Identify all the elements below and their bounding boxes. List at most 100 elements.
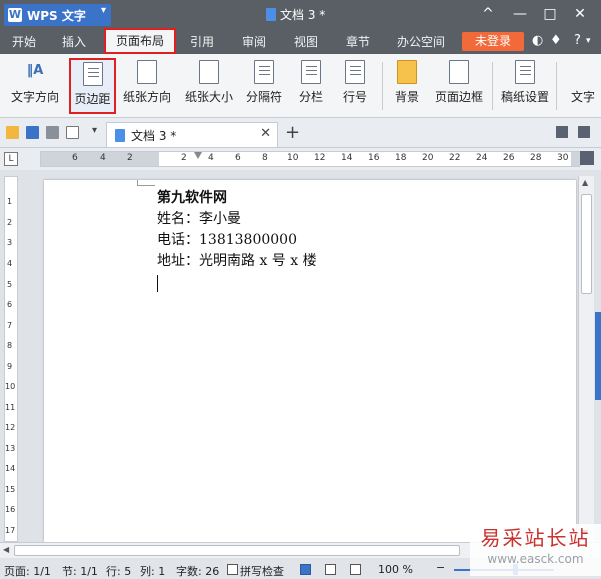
collapse-ribbon-button[interactable]: ^ xyxy=(474,3,502,25)
page-border-icon xyxy=(449,60,469,84)
web-view-icon[interactable] xyxy=(350,564,361,575)
tab-options-icon[interactable] xyxy=(578,126,590,138)
ruler-tick: 2 xyxy=(7,218,13,227)
chevron-down-icon[interactable]: ▾ xyxy=(92,125,97,136)
wps-logo-icon: W xyxy=(8,8,22,22)
skin-icon[interactable]: ◐ xyxy=(532,33,543,48)
document-heading: 第九软件网 xyxy=(157,190,227,206)
tab-view[interactable]: 视图 xyxy=(288,32,324,52)
ruler-tick: 10 xyxy=(287,153,299,163)
tab-list-icon[interactable] xyxy=(556,126,568,138)
maximize-button[interactable]: □ xyxy=(536,3,564,25)
ruler-tick: 4 xyxy=(208,153,214,163)
outline-view-icon[interactable] xyxy=(325,564,336,575)
status-spell-check[interactable]: 拼写检查 xyxy=(240,563,284,579)
close-button[interactable]: ✕ xyxy=(566,3,594,25)
tab-stop-selector[interactable]: L xyxy=(4,152,18,166)
grid-paper-button[interactable]: 稿纸设置 xyxy=(500,58,550,114)
ruler-scale[interactable]: 6 4 2 2 4 6 8 10 12 14 16 18 20 22 24 26… xyxy=(40,151,581,167)
orientation-button[interactable]: 纸张方向 xyxy=(118,58,176,114)
tab-section[interactable]: 章节 xyxy=(340,32,376,52)
ruler-tick: 3 xyxy=(7,238,13,247)
print-icon[interactable] xyxy=(46,126,59,139)
document-page[interactable]: 第九软件网 姓名：李小曼 电话：13813800000 地址：光明南路 x 号 … xyxy=(44,180,576,542)
ribbon-separator xyxy=(492,62,493,110)
break-button[interactable]: 分隔符 xyxy=(240,58,288,114)
text-direction-icon: ‖A xyxy=(26,63,44,78)
text-button[interactable]: 文字 xyxy=(566,58,600,114)
indent-marker[interactable] xyxy=(194,152,202,160)
horizontal-scroll-thumb[interactable] xyxy=(14,545,460,556)
checkbox-icon[interactable] xyxy=(227,564,238,575)
tab-start[interactable]: 开始 xyxy=(6,32,42,52)
ruler-tick: 2 xyxy=(181,153,187,163)
tab-references[interactable]: 引用 xyxy=(186,32,218,52)
line-numbers-button[interactable]: 行号 xyxy=(336,58,374,114)
document-line: 姓名：李小曼 xyxy=(157,211,241,227)
text-direction-button[interactable]: ‖A 文字方向 xyxy=(4,58,66,114)
document-body[interactable]: 第九软件网 姓名：李小曼 电话：13813800000 地址：光明南路 x 号 … xyxy=(157,188,317,292)
vertical-scrollbar[interactable]: ▲ ▼ xyxy=(578,176,594,542)
ruler-tick: 15 xyxy=(5,485,16,494)
page-border-button[interactable]: 页面边框 xyxy=(432,58,486,114)
print-preview-icon[interactable] xyxy=(66,126,79,139)
chevron-down-icon[interactable]: ▾ xyxy=(586,36,591,46)
minimize-button[interactable]: — xyxy=(506,3,534,25)
ruler-tick: 22 xyxy=(449,153,461,163)
ruler-tick: 6 xyxy=(72,153,78,163)
save-icon[interactable] xyxy=(26,126,39,139)
columns-icon xyxy=(301,60,321,84)
tab-review[interactable]: 审阅 xyxy=(236,32,272,52)
vertical-scroll-thumb[interactable] xyxy=(581,194,592,294)
close-tab-icon[interactable]: ✕ xyxy=(260,126,271,141)
break-label: 分隔符 xyxy=(245,90,282,104)
text-label: 文字 xyxy=(570,90,595,104)
ruler-tick: 7 xyxy=(7,321,13,330)
document-tab[interactable]: 文档 3 * ✕ xyxy=(106,122,278,147)
tab-page-layout[interactable]: 页面布局 xyxy=(104,28,176,54)
ruler-tick: 4 xyxy=(7,259,13,268)
page-border-label: 页面边框 xyxy=(434,90,483,104)
status-column: 列: 1 xyxy=(140,565,166,578)
scroll-left-icon[interactable]: ◀ xyxy=(3,545,9,554)
title-bar: W WPS 文字 ▾ 文档 3 * ^ — □ ✕ xyxy=(0,0,601,28)
grid-paper-label: 稿纸设置 xyxy=(500,90,549,104)
ruler-tick: 30 xyxy=(557,153,569,163)
paper-size-button[interactable]: 纸张大小 xyxy=(183,58,235,114)
document-icon xyxy=(115,128,125,142)
ruler-tick: 6 xyxy=(7,300,13,309)
line-numbers-icon xyxy=(345,60,365,84)
quick-access-bar: ▾ 文档 3 * ✕ + xyxy=(0,118,601,148)
watermark-title: 易采站长站 xyxy=(480,526,591,550)
ruler-tick: 16 xyxy=(5,505,16,514)
ruler-tick: 1 xyxy=(7,197,13,206)
tab-office-space[interactable]: 办公空间 xyxy=(392,32,450,52)
app-menu-button[interactable]: W WPS 文字 ▾ xyxy=(4,4,111,26)
ruler-tick: 9 xyxy=(7,362,13,371)
page-view-icon[interactable] xyxy=(300,564,311,575)
margins-button[interactable]: 页边距 xyxy=(69,58,116,114)
zoom-out-icon[interactable]: − xyxy=(436,561,445,574)
zoom-level[interactable]: 100 % xyxy=(378,563,413,576)
ruler-toggle-icon[interactable] xyxy=(580,151,594,165)
new-tab-icon[interactable]: + xyxy=(285,122,300,143)
columns-button[interactable]: 分栏 xyxy=(293,58,329,114)
grid-paper-icon xyxy=(515,60,535,84)
paper-size-icon xyxy=(199,60,219,84)
help-icon[interactable]: ? xyxy=(574,33,581,48)
open-folder-icon[interactable] xyxy=(6,126,19,139)
ruler-tick: 11 xyxy=(5,403,16,412)
side-panel-tab[interactable] xyxy=(595,312,601,400)
ruler-tick: 5 xyxy=(7,280,13,289)
ruler-tick: 12 xyxy=(5,423,16,432)
shirt-icon[interactable]: ♦ xyxy=(550,33,562,48)
ruler-tick: 8 xyxy=(262,153,268,163)
window-title: 文档 3 * xyxy=(266,6,325,23)
status-section: 节: 1/1 xyxy=(62,565,98,578)
tab-insert[interactable]: 插入 xyxy=(56,32,92,52)
text-cursor xyxy=(157,275,158,292)
status-word-count[interactable]: 字数: 26 xyxy=(176,563,219,579)
login-button[interactable]: 未登录 xyxy=(462,32,524,51)
scroll-up-icon[interactable]: ▲ xyxy=(582,178,588,187)
background-button[interactable]: 背景 xyxy=(389,58,425,114)
